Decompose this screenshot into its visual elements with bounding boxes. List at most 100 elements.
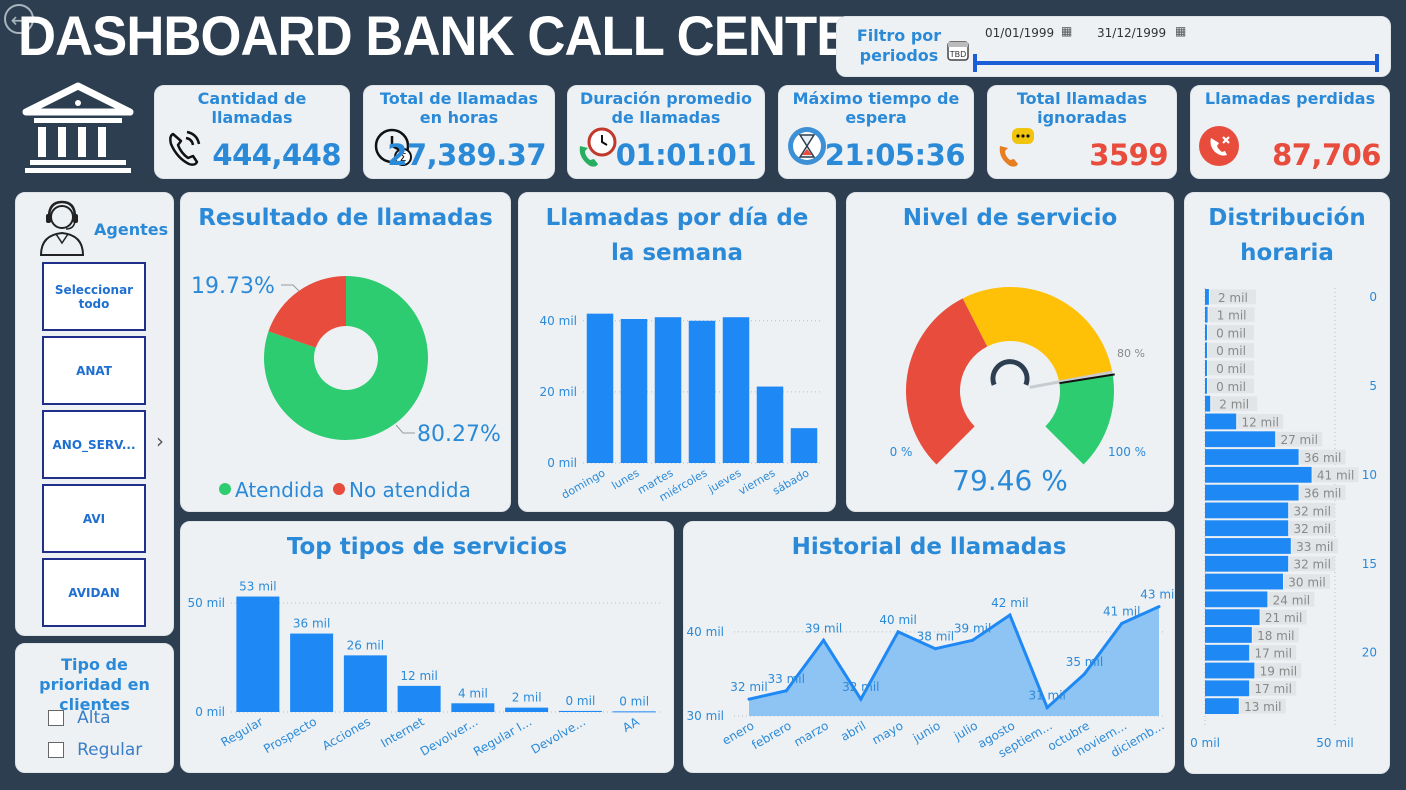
bar bbox=[397, 685, 441, 712]
data-label: 19.73% bbox=[191, 274, 275, 299]
data-label: 0 mil bbox=[1216, 380, 1246, 394]
hourly-chart-panel: Distribución horaria 0 mil 50 mil 2 mil 1 m… bbox=[1184, 192, 1390, 774]
priority-slicer: Tipo de prioridad en clientes Alta Regul… bbox=[15, 643, 174, 773]
data-label: 0 mil bbox=[1216, 362, 1246, 376]
bar bbox=[1205, 360, 1207, 376]
slider-handle-start[interactable] bbox=[973, 54, 977, 72]
data-label: 2 mil bbox=[512, 691, 542, 705]
data-label: 32 mil bbox=[1293, 504, 1330, 518]
bar bbox=[1205, 484, 1299, 501]
kpi-value: 3599 bbox=[1089, 138, 1168, 172]
bar bbox=[1205, 573, 1283, 590]
gauge-target-label: 80 % bbox=[1117, 347, 1145, 360]
data-label: 27 mil bbox=[1280, 433, 1317, 447]
kpi-value: 444,448 bbox=[212, 138, 341, 172]
data-point bbox=[971, 638, 975, 642]
checkbox[interactable] bbox=[48, 741, 64, 758]
data-point bbox=[747, 697, 751, 701]
bank-building-icon bbox=[22, 82, 134, 173]
data-label: 80.27% bbox=[417, 422, 501, 447]
top-services-bar-chart: 0 mil 50 mil 53 mil Regular 36 mil Prospecto 2… bbox=[188, 580, 661, 759]
bar bbox=[1205, 377, 1207, 394]
y-tick-label: 5 bbox=[1369, 379, 1377, 393]
bar bbox=[343, 655, 387, 712]
agent-item[interactable]: ANO_SERV... bbox=[42, 410, 146, 479]
bar bbox=[620, 319, 648, 463]
bar bbox=[1205, 324, 1207, 341]
gauge-hub bbox=[990, 359, 1030, 386]
legend-label: No atendida bbox=[349, 478, 471, 502]
bar bbox=[1205, 502, 1289, 519]
bar bbox=[1205, 627, 1252, 643]
bar bbox=[688, 320, 716, 463]
bar bbox=[1205, 306, 1208, 323]
bar bbox=[1205, 538, 1291, 554]
data-label: 12 mil bbox=[1241, 415, 1278, 429]
leader-line bbox=[281, 284, 300, 292]
data-label: 42 mil bbox=[991, 596, 1028, 610]
data-label: 35 mil bbox=[1066, 655, 1103, 669]
bar bbox=[1205, 413, 1237, 430]
bar bbox=[1205, 662, 1255, 679]
bar bbox=[1205, 431, 1276, 448]
data-label: 30 mil bbox=[1288, 575, 1325, 589]
bar bbox=[1205, 609, 1260, 626]
y-tick-label: 20 bbox=[1362, 646, 1377, 660]
date-range-slider[interactable] bbox=[973, 54, 1379, 72]
phone-message-icon bbox=[999, 128, 1034, 167]
slider-handle-end[interactable] bbox=[1375, 54, 1379, 72]
y-tick-label: 40 mil bbox=[687, 625, 724, 639]
x-tick-label: Regular I... bbox=[471, 714, 534, 759]
end-date-input[interactable]: 31/12/1999 ▦ bbox=[1089, 21, 1189, 45]
start-date-input[interactable]: 01/01/1999 ▦ bbox=[977, 21, 1077, 45]
weekday-bar-chart: 0 mil20 mil40 mildomingo lunesmartesmiérc… bbox=[540, 313, 821, 504]
kpi-card: Total de llamadas en horas Σ 27,389.37 bbox=[363, 85, 555, 179]
data-label: 32 mil bbox=[1293, 522, 1330, 536]
data-label: 53 mil bbox=[239, 580, 276, 594]
checkbox[interactable] bbox=[48, 709, 64, 726]
x-tick-label: junio bbox=[910, 718, 943, 745]
data-label: 36 mil bbox=[293, 617, 330, 631]
service-level-panel: Nivel de servicio 0 % 100 % 80 % 79.46 % bbox=[846, 192, 1174, 512]
kpi-value: 27,389.37 bbox=[387, 138, 546, 172]
legend-marker bbox=[219, 483, 231, 495]
data-label: 36 mil bbox=[1304, 451, 1341, 465]
legend-marker bbox=[333, 483, 345, 495]
kpi-value: 21:05:36 bbox=[824, 138, 966, 172]
data-label: 24 mil bbox=[1273, 593, 1310, 607]
kpi-card: Duración promedio de llamadas 01:01:01 bbox=[567, 85, 765, 179]
kpi-title: Máximo tiempo de espera bbox=[792, 89, 960, 127]
data-point bbox=[1008, 613, 1012, 617]
data-point bbox=[784, 689, 788, 693]
calendar-small-icon[interactable]: ▦ bbox=[1175, 24, 1186, 38]
bar bbox=[451, 703, 495, 712]
kpi-value: 01:01:01 bbox=[615, 138, 757, 172]
calendar-small-icon[interactable]: ▦ bbox=[1061, 24, 1072, 38]
data-label: 17 mil bbox=[1254, 647, 1291, 661]
agent-item[interactable]: AVI bbox=[42, 484, 146, 553]
data-label: 21 mil bbox=[1265, 611, 1302, 625]
priority-option-regular[interactable]: Regular bbox=[48, 739, 142, 760]
data-label: 13 mil bbox=[1244, 700, 1281, 714]
chevron-right-icon[interactable]: › bbox=[156, 429, 164, 453]
top-services-panel: Top tipos de servicios 0 mil 50 mil 53 mil… bbox=[180, 521, 674, 773]
agent-item[interactable]: ANAT bbox=[42, 336, 146, 405]
data-label: 38 mil bbox=[917, 630, 954, 644]
y-tick-label: 15 bbox=[1362, 557, 1377, 571]
data-label: 26 mil bbox=[347, 638, 384, 652]
agent-item[interactable]: Seleccionar todo bbox=[42, 262, 146, 331]
data-label: 41 mil bbox=[1317, 469, 1354, 483]
agent-item[interactable]: AVIDAN bbox=[42, 558, 146, 627]
data-label: 39 mil bbox=[954, 621, 991, 635]
agents-slicer: Agentes Seleccionar todo ANAT ANO_SERV... A… bbox=[15, 192, 174, 636]
x-tick-label: Devolver... bbox=[418, 714, 481, 758]
gauge-band bbox=[962, 287, 1113, 384]
data-label: 17 mil bbox=[1254, 682, 1291, 696]
data-label: 0 mil bbox=[1216, 344, 1246, 358]
data-label: 33 mil bbox=[768, 672, 805, 686]
bar bbox=[756, 386, 784, 463]
x-tick-label: 0 mil bbox=[1190, 736, 1220, 750]
priority-option-alta[interactable]: Alta bbox=[48, 707, 111, 728]
bar bbox=[290, 633, 334, 712]
data-label: 32 mil bbox=[842, 680, 879, 694]
